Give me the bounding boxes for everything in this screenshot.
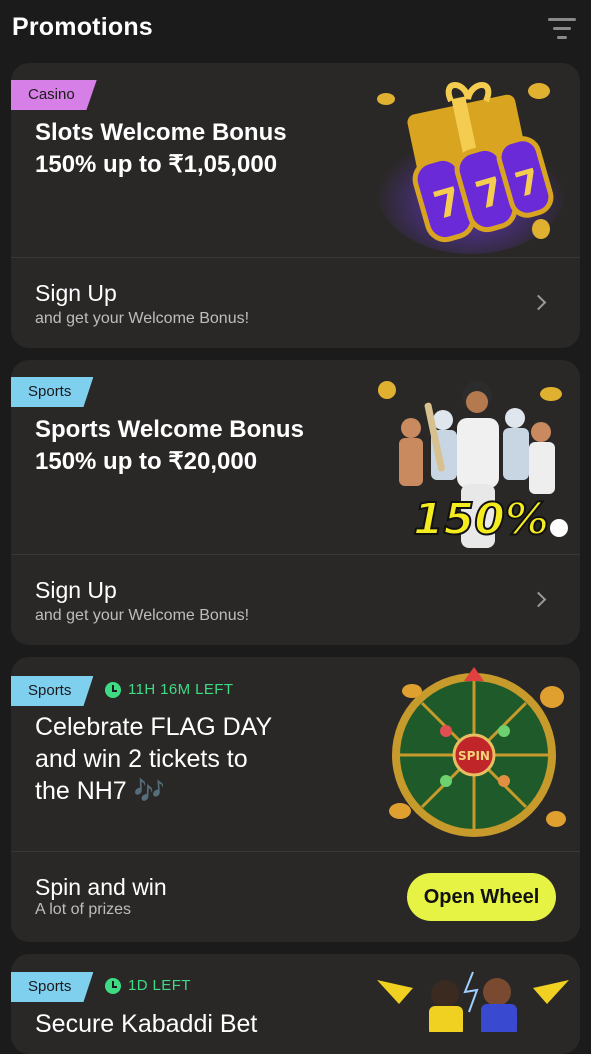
promo-title: Slots Welcome Bonus 150% up to ₹1,05,000 xyxy=(35,117,375,181)
category-tag: Sports xyxy=(11,676,94,706)
promo-card-kabaddi[interactable]: Sports 1D LEFT Secure Kabaddi Bet xyxy=(11,954,580,1054)
cta-title: Spin and win xyxy=(35,874,167,900)
promo-card-sports-welcome[interactable]: Sports Sports Welcome Bonus 150% up to ₹… xyxy=(11,360,580,645)
time-left-label: 11H 16M LEFT xyxy=(128,681,234,698)
promo-title-line: and win 2 tickets to xyxy=(35,745,248,773)
promo-title-line: 150% up to ₹20,000 xyxy=(35,448,258,475)
time-left: 11H 16M LEFT xyxy=(105,675,233,705)
clock-icon xyxy=(105,978,121,994)
chevron-right-icon[interactable] xyxy=(530,591,547,608)
category-tag: Casino xyxy=(11,80,97,110)
cta-title[interactable]: Sign Up xyxy=(35,279,117,307)
category-tag: Sports xyxy=(11,377,94,407)
slot-reels-gift-icon: 7 7 7 xyxy=(376,82,566,254)
card-divider xyxy=(11,851,580,852)
cta-subtitle: A lot of prizes xyxy=(35,901,132,918)
promo-title: Celebrate FLAG DAY and win 2 tickets to … xyxy=(35,711,375,807)
time-left-label: 1D LEFT xyxy=(128,977,191,994)
prize-wheel-icon: SPIN xyxy=(389,667,566,837)
promo-title: Sports Welcome Bonus 150% up to ₹20,000 xyxy=(35,414,375,478)
open-wheel-button[interactable]: Open Wheel xyxy=(407,873,556,921)
cta-subtitle: and get your Welcome Bonus! xyxy=(35,607,250,624)
promo-title: Secure Kabaddi Bet xyxy=(35,1008,375,1040)
promo-title-line: 150% up to ₹1,05,000 xyxy=(35,151,278,178)
card-divider xyxy=(11,257,580,258)
athletes-group-icon: 150% xyxy=(378,381,568,548)
chevron-right-icon[interactable] xyxy=(530,294,547,311)
promo-title-line: Slots Welcome Bonus xyxy=(35,119,287,146)
time-left: 1D LEFT xyxy=(105,971,191,1001)
category-tag: Sports xyxy=(11,972,94,1002)
promo-card-slots[interactable]: Casino Slots Welcome Bonus 150% up to ₹1… xyxy=(11,63,580,348)
promo-title-line: the NH7 🎶 xyxy=(35,777,165,805)
cta-title[interactable]: Sign Up xyxy=(35,576,117,604)
top-bar: Promotions xyxy=(0,0,591,60)
spin-label: SPIN xyxy=(458,749,490,763)
promo-title-line: Sports Welcome Bonus xyxy=(35,416,304,443)
promo-title-line: Celebrate FLAG DAY xyxy=(35,713,273,741)
kabaddi-players-icon xyxy=(377,971,569,1032)
cta-subtitle: and get your Welcome Bonus! xyxy=(35,310,250,327)
bonus-percent-label: 150% xyxy=(413,494,549,545)
promo-card-flag-day[interactable]: Sports 11H 16M LEFT Celebrate FLAG DAY a… xyxy=(11,657,580,942)
clock-icon xyxy=(105,682,121,698)
promo-title-line: Secure Kabaddi Bet xyxy=(35,1010,258,1038)
page-title: Promotions xyxy=(12,13,153,41)
filter-icon[interactable] xyxy=(548,16,578,42)
card-divider xyxy=(11,554,580,555)
